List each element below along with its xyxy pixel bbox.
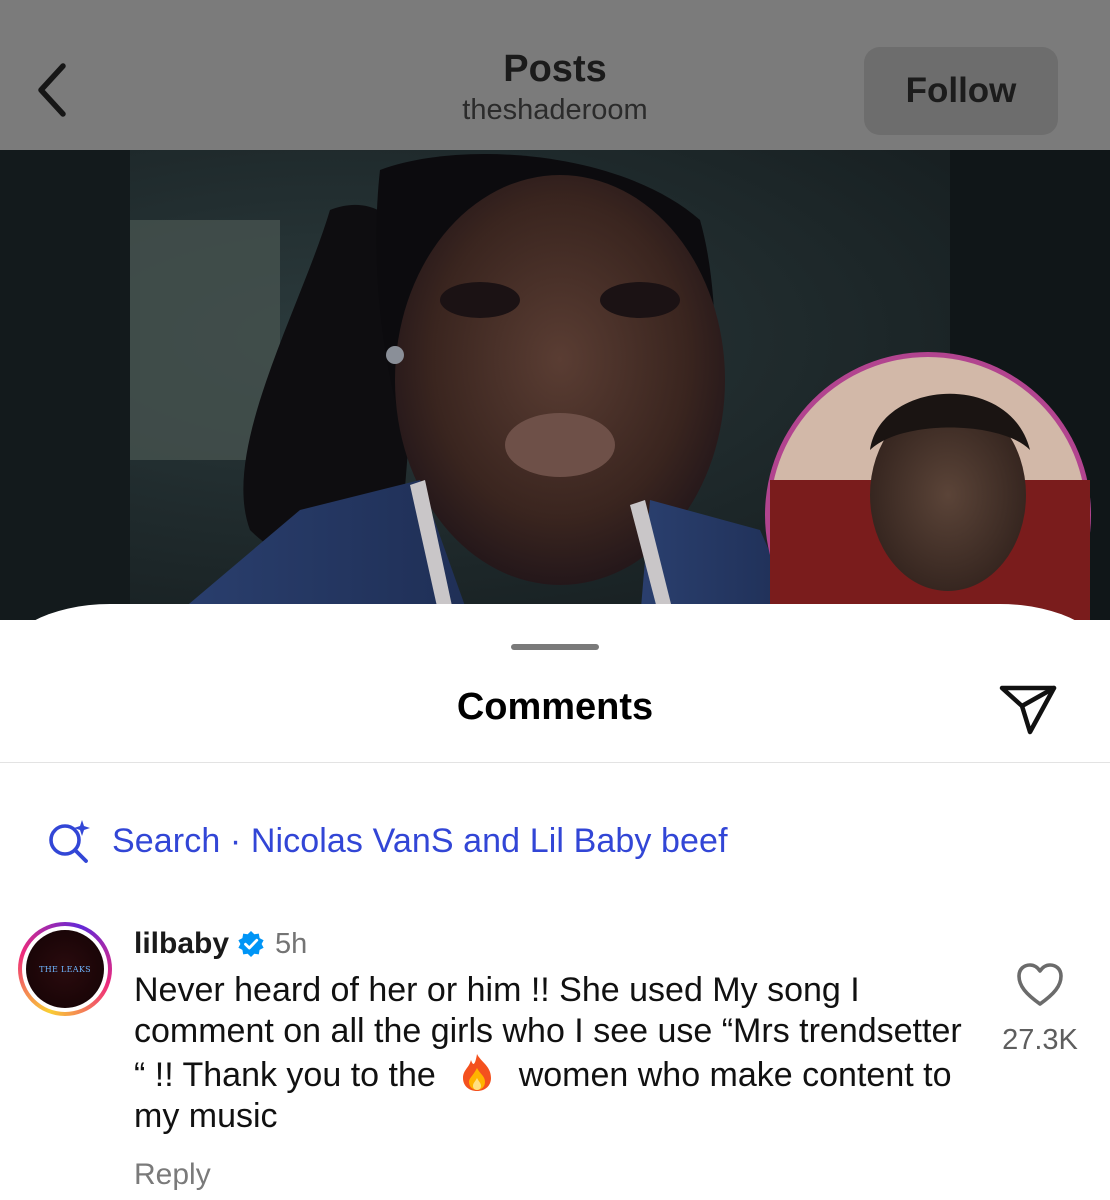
like-count: 27.3K: [1002, 1024, 1078, 1056]
comments-title: Comments: [456, 686, 654, 728]
fire-emoji-icon: [463, 1054, 492, 1091]
verified-badge-icon: [238, 931, 264, 957]
page-title: Posts: [503, 48, 607, 90]
comment-username[interactable]: lilbaby: [134, 927, 229, 961]
paper-plane-icon: [999, 685, 1057, 735]
sheet-divider: [0, 762, 1110, 763]
avatar[interactable]: THE LEAKS: [18, 922, 112, 1016]
comment-item: THE LEAKS lilbaby 5h Never heard of her …: [0, 920, 1110, 1200]
search-suggestion[interactable]: Search · Nicolas VanS and Lil Baby beef: [46, 816, 728, 866]
share-button[interactable]: [996, 678, 1060, 738]
follow-button[interactable]: Follow: [864, 47, 1058, 135]
header-title-group: Posts theshaderoom: [355, 46, 755, 128]
comment-text: Never heard of her or him !! She used My…: [134, 970, 964, 1137]
sheet-grabber[interactable]: [511, 644, 599, 650]
comment-header: lilbaby 5h: [134, 922, 307, 966]
post-photo: [0, 150, 1110, 620]
account-username[interactable]: theshaderoom: [355, 92, 755, 128]
back-button[interactable]: [22, 58, 82, 122]
reply-button[interactable]: Reply: [134, 1158, 211, 1192]
post-header: Posts theshaderoom Follow: [0, 0, 1110, 150]
search-sparkle-icon: [49, 820, 90, 863]
avatar-logo-text: THE LEAKS: [39, 964, 91, 974]
comment-timestamp: 5h: [275, 927, 308, 960]
post-image[interactable]: [0, 150, 1110, 620]
comments-sheet: Comments Search · Nicolas VanS and Lil B…: [0, 604, 1110, 1200]
heart-outline-icon: [1017, 963, 1063, 1006]
like-button[interactable]: [1016, 962, 1064, 1008]
chevron-left-icon: [38, 63, 66, 117]
search-suggestion-label: Search · Nicolas VanS and Lil Baby beef: [112, 821, 728, 860]
